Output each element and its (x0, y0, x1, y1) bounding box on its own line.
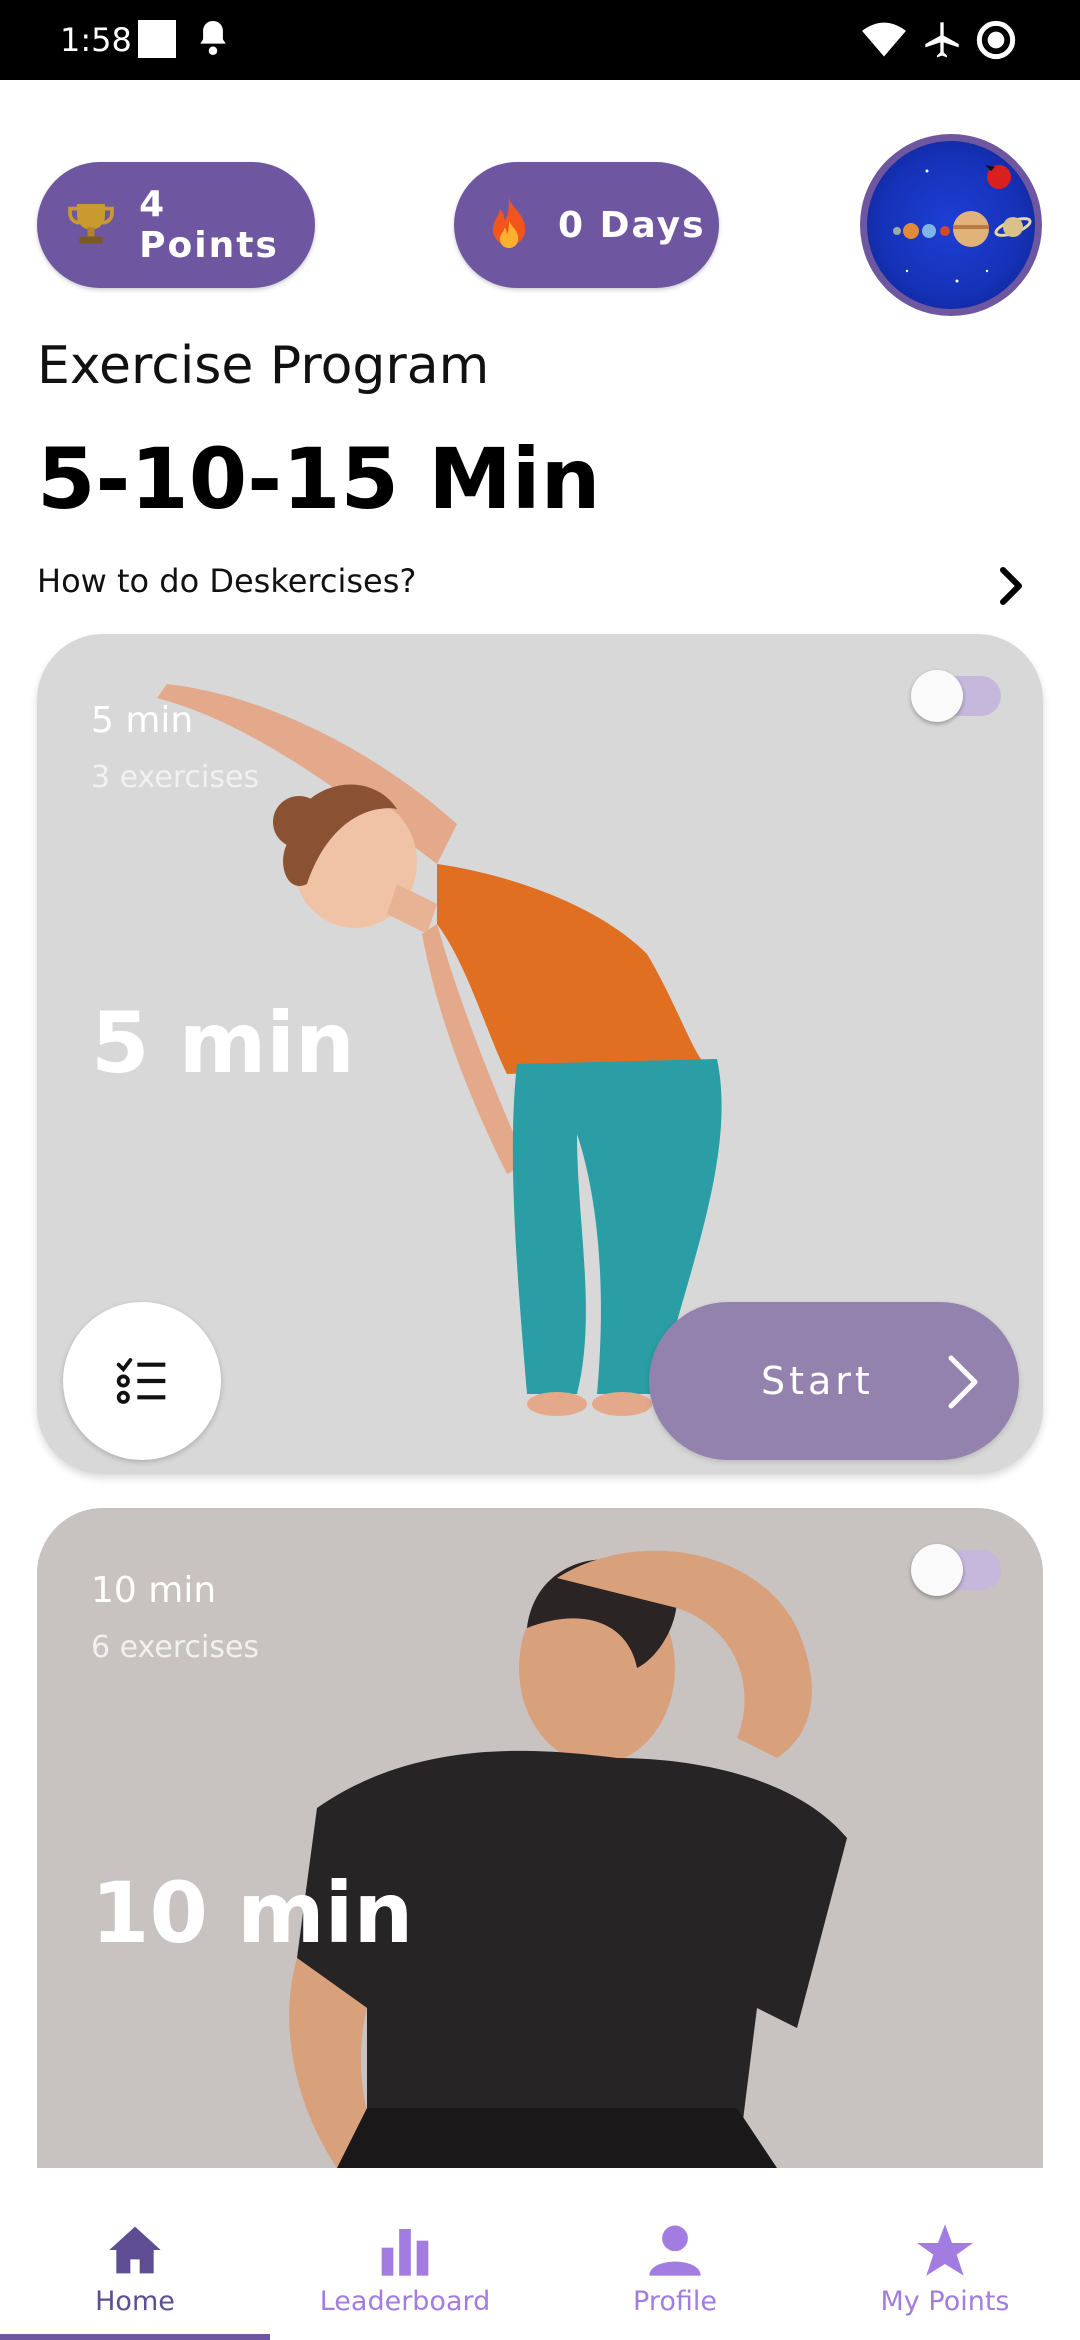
exercise-list-button[interactable] (63, 1302, 221, 1460)
nav-label-my-points: My Points (880, 2286, 1010, 2317)
avatar-image (867, 141, 1035, 309)
points-pill[interactable]: 4 Points (37, 162, 315, 288)
nav-label-home: Home (95, 2286, 175, 2317)
nav-label-profile: Profile (633, 2286, 717, 2317)
status-time: 1:58 (60, 21, 132, 59)
bottom-nav: Home Leaderboard Profile My Points (0, 2168, 1080, 2340)
fire-icon (478, 194, 540, 256)
program-card-5min[interactable]: 5 min 3 exercises 5 min Start (37, 634, 1043, 1474)
card-exercise-count: 6 exercises (91, 1630, 260, 1665)
card-duration-big: 10 min (91, 1864, 414, 1962)
trophy-icon (61, 194, 121, 256)
howto-link[interactable]: How to do Deskercises? (37, 562, 416, 600)
start-button[interactable]: Start (649, 1302, 1019, 1460)
days-label: 0 Days (558, 204, 706, 246)
active-tab-indicator (0, 2334, 270, 2340)
card-duration-small: 5 min (91, 700, 194, 741)
person-icon (649, 2225, 701, 2276)
home-icon (109, 2226, 161, 2274)
card-duration-big: 5 min (91, 994, 355, 1092)
avatar[interactable] (860, 134, 1042, 316)
card-toggle[interactable] (911, 1544, 1001, 1596)
nav-item-my-points[interactable]: My Points (810, 2168, 1080, 2340)
streak-days-pill[interactable]: 0 Days (454, 162, 719, 288)
star-icon (917, 2224, 973, 2276)
wifi-icon (862, 22, 906, 57)
checklist-icon (116, 1358, 166, 1404)
nav-item-home[interactable]: Home (0, 2168, 270, 2340)
program-label: Exercise Program (37, 336, 490, 396)
card-duration-small: 10 min (91, 1570, 217, 1611)
program-card-10min[interactable]: 10 min 6 exercises 10 min (37, 1508, 1043, 2168)
card-toggle[interactable] (911, 670, 1001, 722)
chevron-right-icon (948, 1355, 978, 1409)
nav-item-profile[interactable]: Profile (540, 2168, 810, 2340)
points-label: 4 Points (139, 184, 279, 266)
page-title: 5-10-15 Min (37, 430, 601, 528)
toggle-knob (911, 670, 963, 722)
start-label: Start (761, 1359, 874, 1403)
nav-label-leaderboard: Leaderboard (319, 2286, 491, 2317)
nav-item-leaderboard[interactable]: Leaderboard (270, 2168, 540, 2340)
bar-chart-icon (381, 2229, 429, 2276)
notification-square-icon (138, 20, 176, 58)
record-icon (976, 20, 1016, 60)
airplane-icon (925, 22, 959, 58)
toggle-knob (911, 1544, 963, 1596)
status-bar: 1:58 (0, 0, 1080, 80)
card-exercise-count: 3 exercises (91, 760, 260, 795)
bell-icon (200, 21, 226, 55)
chevron-right-icon[interactable] (996, 566, 1026, 606)
